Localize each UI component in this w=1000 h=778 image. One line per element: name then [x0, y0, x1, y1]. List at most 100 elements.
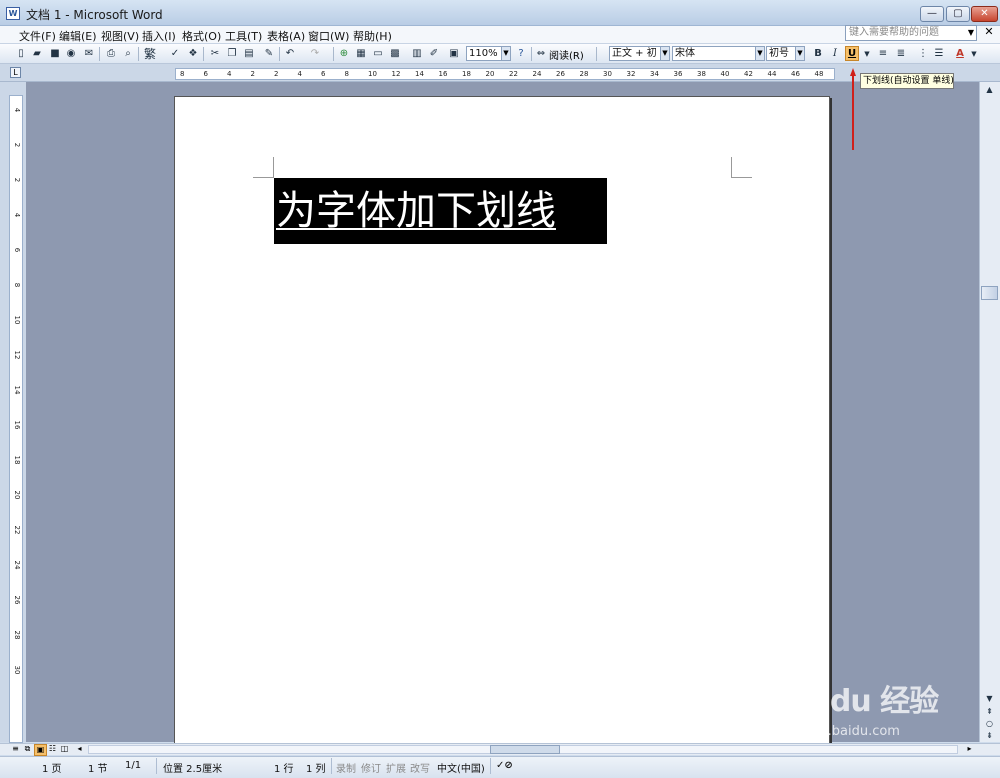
- tab-selector-button[interactable]: L: [10, 67, 21, 78]
- ruler-tick-label: 4: [13, 212, 21, 218]
- drawing-icon[interactable]: ✐: [427, 47, 441, 61]
- ruler-tick-label: 14: [13, 385, 21, 395]
- help-search-input[interactable]: 键入需要帮助的问题: [845, 25, 977, 41]
- permission-icon[interactable]: ◉: [64, 47, 78, 61]
- research-icon[interactable]: ❖: [186, 47, 200, 61]
- outline-view-icon[interactable]: ☷: [47, 744, 58, 754]
- paste-icon[interactable]: ▤: [242, 47, 256, 61]
- columns-icon[interactable]: ▥: [410, 47, 424, 61]
- ruler-tick-label: 20: [13, 490, 21, 500]
- horizontal-ruler[interactable]: 8 6 4 2 2 4 6 8 10 12 14 16 18 20 22 24 26 28 30 32 34 36 38 40…: [175, 68, 835, 80]
- read-icon[interactable]: ⇔: [534, 47, 548, 61]
- align-center-icon[interactable]: ≡: [876, 47, 890, 61]
- underline-dropdown-arrow-icon[interactable]: ▼: [860, 47, 874, 61]
- help-dropdown-arrow-icon[interactable]: ▼: [966, 26, 976, 40]
- zoom-dropdown-arrow-icon[interactable]: ▼: [501, 46, 511, 61]
- font-color-dropdown-arrow-icon[interactable]: ▼: [967, 47, 981, 61]
- ruler-tick-label: 18: [13, 455, 21, 465]
- style-dropdown-arrow-icon[interactable]: ▼: [660, 46, 670, 61]
- print-icon[interactable]: ⎙: [104, 47, 118, 61]
- status-column: 1 列: [306, 764, 326, 775]
- menu-file[interactable]: 文件(F): [19, 28, 56, 44]
- font-dropdown-arrow-icon[interactable]: ▼: [755, 46, 765, 61]
- menu-help[interactable]: 帮助(H): [353, 28, 392, 44]
- print-preview-icon[interactable]: ⌕: [121, 47, 135, 61]
- status-track-changes[interactable]: 修订: [361, 760, 381, 775]
- help-icon[interactable]: ?: [514, 47, 528, 61]
- bold-button[interactable]: B: [811, 47, 825, 61]
- red-arrow-annotation-icon: [850, 68, 856, 150]
- ruler-tick-label: 4: [13, 107, 21, 113]
- cut-icon[interactable]: ✂: [208, 47, 222, 61]
- hyperlink-icon[interactable]: ⊕: [337, 47, 351, 61]
- status-record[interactable]: 录制: [336, 760, 356, 775]
- menu-view[interactable]: 视图(V): [101, 28, 139, 44]
- toolbar-divider: [596, 47, 597, 61]
- email-icon[interactable]: ✉: [82, 47, 96, 61]
- menu-format[interactable]: 格式(O): [182, 28, 221, 44]
- scroll-left-icon[interactable]: ◂: [74, 744, 85, 754]
- minimize-button[interactable]: —: [920, 6, 944, 22]
- copy-icon[interactable]: ❐: [225, 47, 239, 61]
- web-layout-icon[interactable]: ⧉: [22, 744, 33, 754]
- menu-insert[interactable]: 插入(I): [142, 28, 176, 44]
- open-icon[interactable]: ▰: [30, 47, 44, 61]
- vertical-ruler[interactable]: 4 2 2 4 6 8 10 12 14 16 18 20 22 24 26 28 30: [9, 95, 23, 743]
- menu-edit[interactable]: 编辑(E): [59, 28, 97, 44]
- italic-button[interactable]: I: [828, 47, 842, 61]
- font-color-button[interactable]: A: [953, 47, 967, 61]
- normal-view-icon[interactable]: ≡: [10, 744, 21, 754]
- tables-borders-icon[interactable]: ▦: [354, 47, 368, 61]
- style-select[interactable]: 正文 + 初号: [609, 46, 661, 61]
- ruler-tick-label: 28: [13, 630, 21, 640]
- underline-tooltip: 下划线(自动设置 单线): [860, 73, 954, 89]
- font-size-select[interactable]: 初号: [766, 46, 796, 61]
- status-divider: [331, 758, 332, 774]
- menu-tools[interactable]: 工具(T): [225, 28, 262, 44]
- read-mode-button[interactable]: 阅读(R): [549, 47, 584, 62]
- word-app-icon[interactable]: W: [6, 7, 20, 20]
- ruler-tick-label: 32: [626, 70, 636, 78]
- ruler-tick-label: 18: [462, 70, 471, 78]
- zoom-select[interactable]: 110%: [466, 46, 502, 61]
- status-line: 1 行: [274, 764, 294, 775]
- close-button[interactable]: ✕: [971, 6, 998, 22]
- insert-table-icon[interactable]: ▭: [371, 47, 385, 61]
- toolbar-divider: [99, 47, 100, 61]
- numbering-icon[interactable]: ⋮: [916, 47, 930, 61]
- new-document-icon[interactable]: ▯: [14, 47, 28, 61]
- traditional-chinese-button[interactable]: 繁: [143, 47, 157, 61]
- ruler-tick-label: 28: [579, 70, 589, 78]
- underline-button[interactable]: U: [845, 46, 859, 61]
- status-overtype[interactable]: 改写: [410, 760, 430, 775]
- status-section: 1 节: [88, 764, 108, 775]
- document-map-icon[interactable]: ▣: [447, 47, 461, 61]
- maximize-button[interactable]: ▢: [946, 6, 970, 22]
- format-painter-icon[interactable]: ✎: [262, 47, 276, 61]
- horizontal-scroll-thumb[interactable]: [490, 745, 560, 754]
- status-extend[interactable]: 扩展: [386, 760, 406, 775]
- justify-icon[interactable]: ≣: [894, 47, 908, 61]
- font-size-dropdown-arrow-icon[interactable]: ▼: [795, 46, 805, 61]
- font-select[interactable]: 宋体: [672, 46, 756, 61]
- ruler-tick-label: 4: [227, 70, 232, 78]
- print-layout-icon[interactable]: ▣: [34, 744, 47, 756]
- redo-icon[interactable]: ↷: [308, 47, 322, 61]
- spelling-status-icon[interactable]: ✓⊘: [496, 760, 513, 771]
- bullets-icon[interactable]: ☰: [932, 47, 946, 61]
- spelling-icon[interactable]: ✓: [168, 47, 182, 61]
- ruler-tick-label: 12: [13, 350, 21, 360]
- selected-document-text[interactable]: 为字体加下划线: [274, 178, 607, 244]
- undo-icon[interactable]: ↶: [283, 47, 297, 61]
- vertical-scrollbar[interactable]: [979, 82, 1000, 742]
- vertical-scroll-thumb[interactable]: [981, 286, 998, 300]
- menu-table[interactable]: 表格(A): [267, 28, 305, 44]
- save-icon[interactable]: ■: [48, 47, 62, 61]
- toolbar-divider: [279, 47, 280, 61]
- menu-window[interactable]: 窗口(W): [308, 28, 349, 44]
- document-close-button[interactable]: ✕: [982, 25, 996, 41]
- reading-layout-icon[interactable]: ◫: [59, 744, 70, 754]
- insert-excel-icon[interactable]: ▩: [388, 47, 402, 61]
- ruler-tick-label: 22: [509, 70, 518, 78]
- scroll-up-icon[interactable]: ▲: [982, 84, 997, 96]
